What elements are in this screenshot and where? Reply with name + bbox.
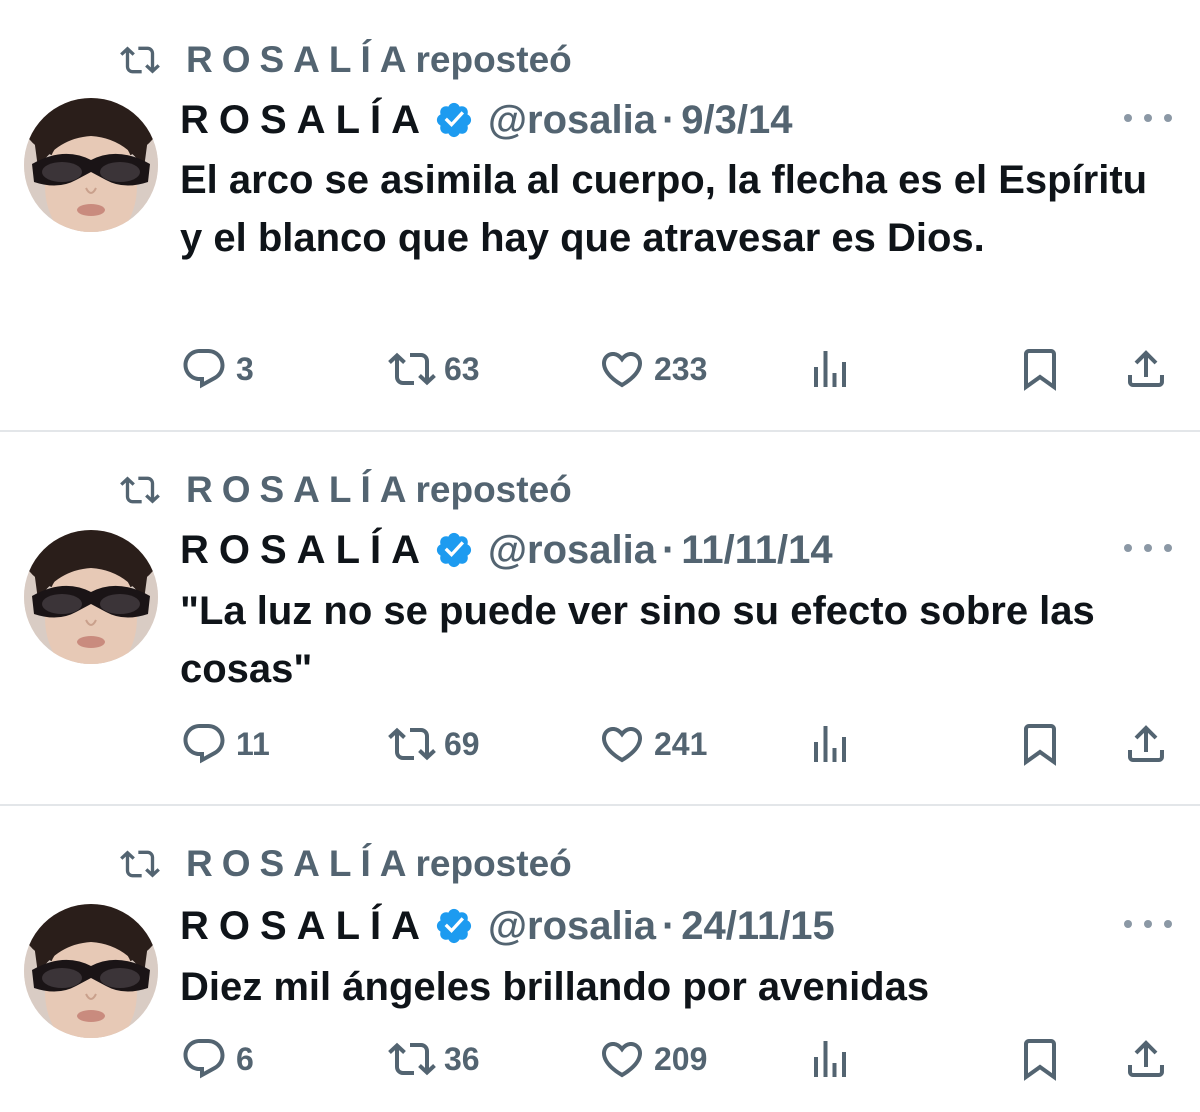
reply-button[interactable]: 3 — [180, 344, 254, 394]
repost-indicator: ROSALÍA reposteó — [116, 468, 572, 512]
verified-badge-icon[interactable] — [434, 100, 474, 140]
author-handle[interactable]: @rosalia — [488, 528, 656, 573]
repost-user-name[interactable]: ROSALÍA — [186, 469, 416, 511]
repost-button[interactable]: 63 — [388, 344, 480, 394]
repost-verb: reposteó — [415, 469, 572, 510]
tweet-actions: 3 63 233 — [180, 344, 1180, 394]
more-icon[interactable] — [1124, 538, 1172, 558]
like-count: 241 — [654, 725, 708, 762]
repost-indicator: ROSALÍA reposteó — [116, 38, 572, 82]
repost-button[interactable]: 69 — [388, 719, 480, 769]
repost-icon — [388, 1035, 436, 1083]
repost-icon — [116, 844, 164, 884]
repost-indicator: ROSALÍA reposteó — [116, 842, 572, 886]
repost-icon — [388, 720, 436, 768]
like-button[interactable]: 233 — [598, 344, 707, 394]
repost-user-name[interactable]: ROSALÍA — [186, 843, 416, 885]
repost-count: 69 — [444, 725, 480, 762]
reply-count: 11 — [236, 725, 270, 762]
reply-icon — [180, 720, 228, 768]
avatar[interactable] — [24, 904, 158, 1038]
repost-verb: reposteó — [415, 843, 572, 884]
views-icon — [806, 345, 854, 393]
tweet-text: "La luz no se puede ver sino su efecto s… — [180, 589, 1095, 691]
repost-user-name[interactable]: ROSALÍA — [186, 39, 416, 81]
reply-icon — [180, 345, 228, 393]
tweet-date[interactable]: 9/3/14 — [681, 98, 792, 143]
avatar[interactable] — [24, 530, 158, 664]
share-icon — [1122, 1035, 1170, 1083]
bookmark-button[interactable] — [1016, 344, 1064, 394]
tweet-date[interactable]: 24/11/15 — [681, 904, 835, 949]
repost-verb: reposteó — [415, 39, 572, 80]
reply-count: 6 — [236, 1040, 254, 1077]
heart-icon — [598, 720, 646, 768]
reply-icon — [180, 1035, 228, 1083]
repost-icon — [116, 40, 164, 80]
share-icon — [1122, 720, 1170, 768]
like-count: 209 — [654, 1040, 708, 1077]
repost-count: 36 — [444, 1040, 480, 1077]
share-button[interactable] — [1122, 1034, 1170, 1084]
repost-button[interactable]: 36 — [388, 1034, 480, 1084]
divider — [0, 430, 1200, 432]
tweet-date[interactable]: 11/11/14 — [681, 528, 832, 573]
tweet-actions: 6 36 209 — [180, 1034, 1180, 1084]
tweet-header: ROSALÍA @rosalia · 11/11/14 — [180, 526, 833, 574]
reply-button[interactable]: 6 — [180, 1034, 254, 1084]
bookmark-button[interactable] — [1016, 1034, 1064, 1084]
reply-button[interactable]: 11 — [180, 719, 270, 769]
share-button[interactable] — [1122, 344, 1170, 394]
views-button[interactable] — [806, 1034, 854, 1084]
bookmark-icon — [1016, 720, 1064, 768]
bookmark-button[interactable] — [1016, 719, 1064, 769]
views-button[interactable] — [806, 719, 854, 769]
separator-dot: · — [661, 97, 676, 142]
views-icon — [806, 720, 854, 768]
tweet-text: Diez mil ángeles brillando por avenidas — [180, 965, 930, 1009]
repost-icon — [116, 470, 164, 510]
tweet-header: ROSALÍA @rosalia · 24/11/15 — [180, 902, 835, 950]
share-icon — [1122, 345, 1170, 393]
heart-icon — [598, 345, 646, 393]
repost-icon — [388, 345, 436, 393]
like-button[interactable]: 209 — [598, 1034, 707, 1084]
author-handle[interactable]: @rosalia — [488, 904, 656, 949]
verified-badge-icon[interactable] — [434, 530, 474, 570]
views-icon — [806, 1035, 854, 1083]
more-icon[interactable] — [1124, 108, 1172, 128]
bookmark-icon — [1016, 1035, 1064, 1083]
tweet-text: El arco se asimila al cuerpo, la flecha … — [180, 158, 1148, 260]
avatar[interactable] — [24, 98, 158, 232]
author-name[interactable]: ROSALÍA — [180, 904, 430, 949]
author-name[interactable]: ROSALÍA — [180, 98, 430, 143]
author-handle[interactable]: @rosalia — [488, 98, 656, 143]
views-button[interactable] — [806, 344, 854, 394]
divider — [0, 804, 1200, 806]
verified-badge-icon[interactable] — [434, 906, 474, 946]
separator-dot: · — [661, 903, 676, 948]
separator-dot: · — [661, 527, 676, 572]
tweet-actions: 11 69 241 — [180, 719, 1180, 769]
repost-count: 63 — [444, 350, 480, 387]
reply-count: 3 — [236, 350, 254, 387]
heart-icon — [598, 1035, 646, 1083]
like-count: 233 — [654, 350, 708, 387]
share-button[interactable] — [1122, 719, 1170, 769]
more-icon[interactable] — [1124, 914, 1172, 934]
like-button[interactable]: 241 — [598, 719, 707, 769]
bookmark-icon — [1016, 345, 1064, 393]
author-name[interactable]: ROSALÍA — [180, 528, 430, 573]
tweet-header: ROSALÍA @rosalia · 9/3/14 — [180, 96, 793, 144]
